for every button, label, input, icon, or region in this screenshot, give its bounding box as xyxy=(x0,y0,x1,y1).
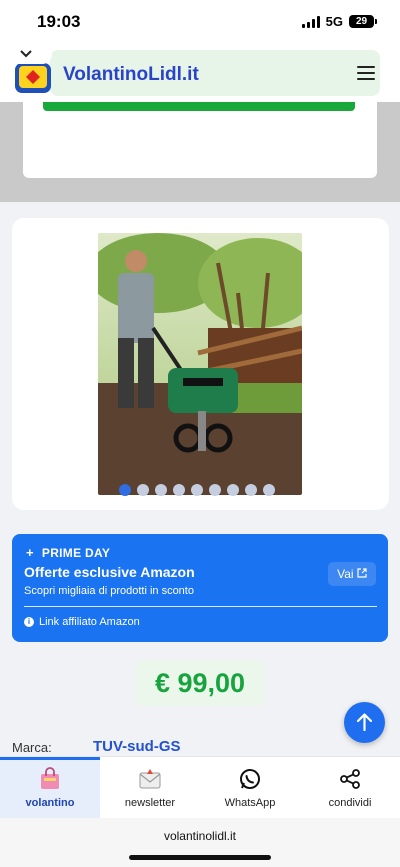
home-indicator[interactable] xyxy=(129,855,271,860)
envelope-icon xyxy=(139,769,161,789)
promo-tag: + PRIME DAY xyxy=(26,545,110,560)
nav-label-condividi: condividi xyxy=(328,797,372,809)
green-action-bar[interactable] xyxy=(43,102,355,111)
whatsapp-icon xyxy=(240,769,260,789)
status-time: 19:03 xyxy=(37,12,81,31)
gallery-pagination xyxy=(119,484,275,496)
affiliate-link-label: Link affiliato Amazon xyxy=(39,616,140,628)
plus-icon: + xyxy=(26,545,34,560)
arrow-up-icon xyxy=(356,713,373,732)
info-icon: i xyxy=(24,617,34,627)
external-link-icon xyxy=(357,567,367,581)
promo-divider xyxy=(24,606,377,607)
nav-label-newsletter: newsletter xyxy=(124,797,176,809)
gallery-dot[interactable] xyxy=(191,484,203,496)
status-bar: 19:03 5G 29 xyxy=(0,0,400,44)
promo-title: Offerte esclusive Amazon xyxy=(24,564,195,580)
gallery-dot[interactable] xyxy=(155,484,167,496)
promo-go-button[interactable]: Vai xyxy=(328,562,376,586)
promo-go-label: Vai xyxy=(337,567,354,581)
brand-value[interactable]: TUV-sud-GS xyxy=(93,738,181,755)
promo-tag-label: PRIME DAY xyxy=(41,546,111,560)
nav-item-whatsapp[interactable]: WhatsApp xyxy=(200,757,300,818)
gallery-dot[interactable] xyxy=(227,484,239,496)
brand-label: Marca: xyxy=(12,740,52,755)
chevron-down-icon[interactable] xyxy=(0,44,52,64)
url-text[interactable]: volantinolidl.it xyxy=(0,829,400,843)
amazon-promo-banner[interactable]: + PRIME DAY Offerte esclusive Amazon Scop… xyxy=(12,534,388,642)
product-photo[interactable] xyxy=(98,233,302,495)
gallery-dot[interactable] xyxy=(137,484,149,496)
gallery-dot[interactable] xyxy=(119,484,131,496)
nav-label-whatsapp: WhatsApp xyxy=(224,797,276,809)
nav-item-volantino[interactable]: volantino xyxy=(0,757,100,818)
gallery-dot[interactable] xyxy=(245,484,257,496)
site-header: VolantinoLidl.it xyxy=(0,44,400,102)
site-logo[interactable] xyxy=(14,60,52,94)
scroll-to-top-button[interactable] xyxy=(344,702,385,743)
product-price: € 99,00 xyxy=(136,660,264,706)
nav-item-newsletter[interactable]: newsletter xyxy=(100,757,200,818)
affiliate-link[interactable]: i Link affiliato Amazon xyxy=(24,616,140,628)
hamburger-icon[interactable] xyxy=(357,66,375,80)
signal-icon xyxy=(301,15,320,28)
network-type: 5G xyxy=(325,14,343,29)
battery-icon: 29 xyxy=(349,15,377,28)
shopping-bag-icon xyxy=(41,767,59,789)
site-title[interactable]: VolantinoLidl.it xyxy=(63,64,199,86)
nav-item-condividi[interactable]: condividi xyxy=(300,757,400,818)
browser-url-bar[interactable]: volantinolidl.it xyxy=(0,818,400,867)
share-icon xyxy=(340,769,360,789)
gallery-dot[interactable] xyxy=(209,484,221,496)
promo-subtitle: Scopri migliaia di prodotti in sconto xyxy=(24,585,194,597)
content-card xyxy=(23,102,377,178)
status-indicators: 5G 29 xyxy=(301,14,377,29)
gallery-dot[interactable] xyxy=(263,484,275,496)
bottom-navigation: volantino newsletter WhatsApp condividi xyxy=(0,756,400,818)
gallery-dot[interactable] xyxy=(173,484,185,496)
nav-label-volantino: volantino xyxy=(25,797,75,809)
product-gallery xyxy=(12,218,389,510)
